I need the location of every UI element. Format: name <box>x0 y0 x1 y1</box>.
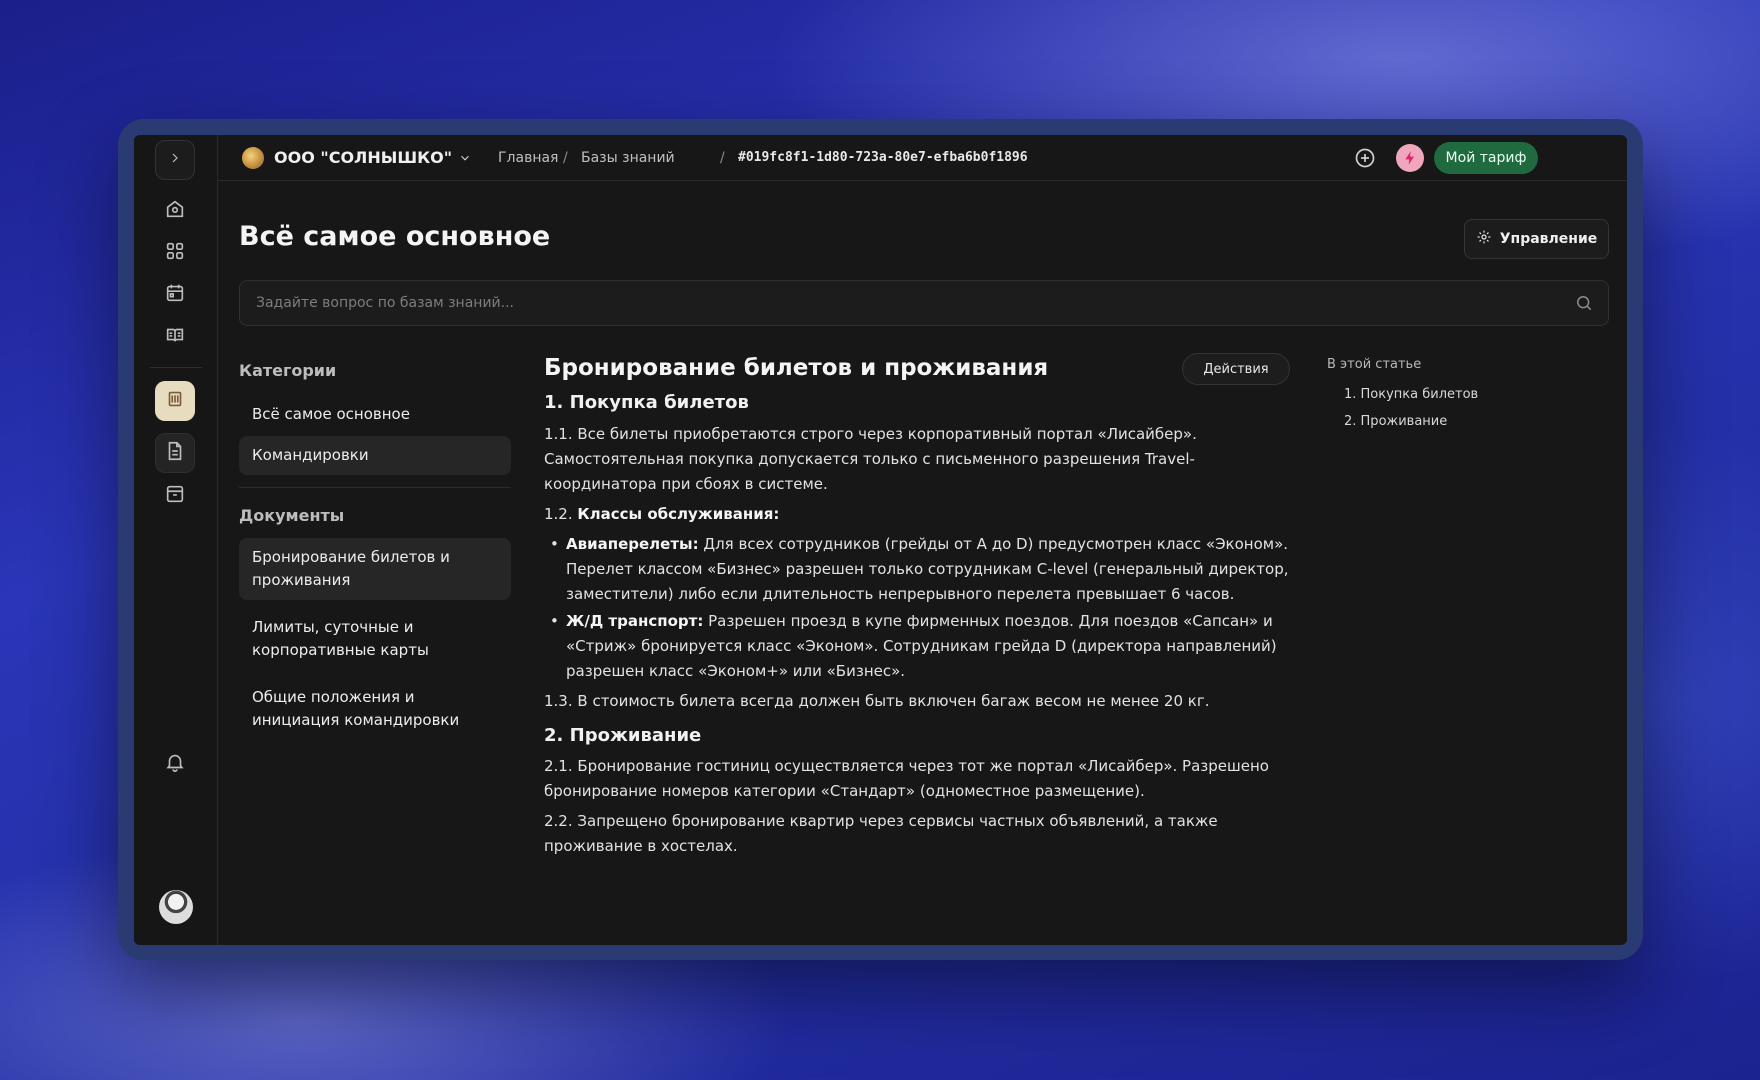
paragraph: 1.2. Классы обслуживания: <box>544 502 1294 527</box>
page-title: Всё самое основное <box>239 221 551 252</box>
book-icon <box>164 324 186 350</box>
paragraph-bold: Классы обслуживания: <box>577 505 780 523</box>
calendar-icon <box>164 282 186 308</box>
home-icon <box>164 198 186 224</box>
archive-icon <box>164 483 186 509</box>
knowledge-base-icon <box>164 388 186 414</box>
document-item[interactable]: Общие положения и инициация командировки <box>239 678 511 740</box>
calendar-button[interactable] <box>155 275 195 315</box>
bullet-list: Авиаперелеты: Для всех сотрудников (грей… <box>544 532 1294 684</box>
toc-heading: В этой статье <box>1327 357 1422 372</box>
top-bar: ООО "СОЛНЫШКО" Главная / Базы знаний / #… <box>218 135 1627 181</box>
categories-heading: Категории <box>239 361 337 380</box>
breadcrumb-separator: / <box>563 150 568 166</box>
knowledge-base-button[interactable] <box>155 381 195 421</box>
article: Бронирование билетов и проживания 1. Пок… <box>544 353 1294 859</box>
library-button[interactable] <box>155 317 195 357</box>
document-icon <box>164 440 186 466</box>
paragraph: 1.3. В стоимость билета всегда должен бы… <box>544 692 1210 710</box>
chevron-right-icon <box>167 150 183 170</box>
breadcrumb-separator: / <box>720 150 725 166</box>
expand-sidebar-button[interactable] <box>155 140 195 180</box>
breadcrumb-knowledge-bases[interactable]: Базы знаний <box>581 150 675 166</box>
table-of-contents: В этой статье 1. Покупка билетов 2. Прож… <box>1327 357 1597 435</box>
grid-icon <box>164 240 186 266</box>
nav-divider <box>239 487 511 488</box>
rail-divider <box>150 367 202 368</box>
paragraph: 2.1. Бронирование гостиниц осуществляетс… <box>544 757 1269 800</box>
gear-icon <box>1476 229 1492 249</box>
manage-button[interactable]: Управление <box>1464 219 1609 259</box>
section-heading: 2. Проживание <box>544 725 702 746</box>
bolt-icon[interactable] <box>1396 144 1424 172</box>
section-heading: 1. Покупка билетов <box>544 392 749 413</box>
actions-button[interactable]: Действия <box>1182 353 1290 385</box>
document-item[interactable]: Лимиты, суточные и корпоративные карты <box>239 608 511 670</box>
manage-label: Управление <box>1499 231 1598 247</box>
paragraph: 1.1. Все билеты приобретаются строго чер… <box>544 425 1197 493</box>
org-logo <box>242 147 264 169</box>
home-button[interactable] <box>155 191 195 231</box>
paragraph: 2.2. Запрещено бронирование квартир чере… <box>544 812 1218 855</box>
documents-button[interactable] <box>155 433 195 473</box>
my-plan-button[interactable]: Мой тариф <box>1434 142 1538 174</box>
toc-item[interactable]: 1. Покупка билетов <box>1327 381 1597 408</box>
search-input[interactable] <box>256 281 1556 325</box>
paragraph-number: 1.2. <box>544 505 578 523</box>
list-item: Ж/Д транспорт: Разрешен проезд в купе фи… <box>550 609 1294 684</box>
add-icon[interactable] <box>1353 146 1377 170</box>
documents-heading: Документы <box>239 506 345 525</box>
document-item-selected[interactable]: Бронирование билетов и проживания <box>239 538 511 600</box>
apps-button[interactable] <box>155 233 195 273</box>
archive-button[interactable] <box>155 476 195 516</box>
breadcrumb-current-id: #019fc8f1-1d80-723a-80e7-efba6b0f1896 <box>738 150 1028 165</box>
chevron-down-icon[interactable] <box>458 150 472 164</box>
icon-rail <box>134 135 218 945</box>
list-item: Авиаперелеты: Для всех сотрудников (грей… <box>550 532 1294 607</box>
app-window: ООО "СОЛНЫШКО" Главная / Базы знаний / #… <box>134 135 1627 945</box>
avatar[interactable] <box>159 890 193 924</box>
kb-search <box>239 280 1609 326</box>
breadcrumb-home[interactable]: Главная <box>498 150 558 166</box>
category-item[interactable]: Всё самое основное <box>239 395 511 434</box>
kb-navigation: Категории Всё самое основное Командировк… <box>239 361 511 740</box>
search-icon[interactable] <box>1574 293 1594 313</box>
toc-item[interactable]: 2. Проживание <box>1327 408 1597 435</box>
org-switcher[interactable]: ООО "СОЛНЫШКО" <box>274 148 452 167</box>
list-item-bold: Авиаперелеты: <box>566 535 699 553</box>
bell-icon <box>164 751 186 777</box>
notifications-button[interactable] <box>155 744 195 784</box>
category-item-selected[interactable]: Командировки <box>239 436 511 475</box>
list-item-bold: Ж/Д транспорт: <box>566 612 704 630</box>
